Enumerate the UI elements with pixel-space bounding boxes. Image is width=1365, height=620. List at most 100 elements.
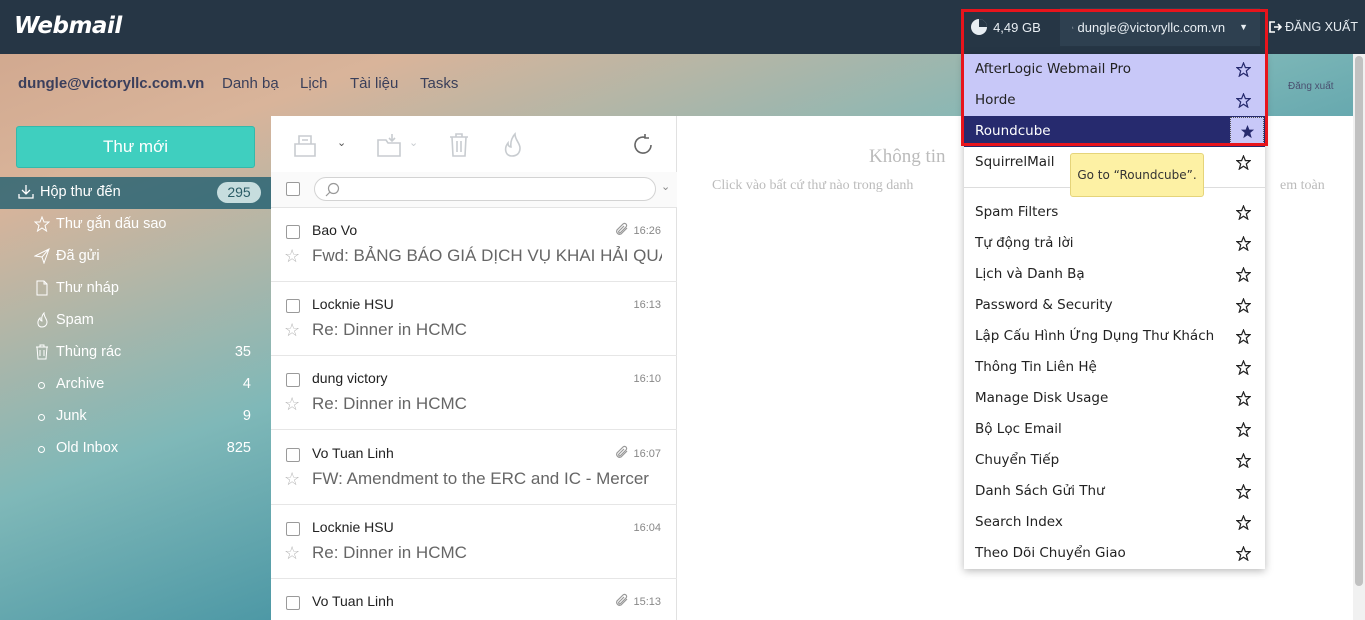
- menu-item-autoresponder[interactable]: Tự động trả lời: [964, 228, 1265, 259]
- message-checkbox[interactable]: [286, 522, 300, 536]
- star-icon[interactable]: ☆: [284, 246, 300, 267]
- star-icon[interactable]: ☆: [284, 320, 300, 341]
- menu-item-mail-client-config[interactable]: Lập Cấu Hình Ứng Dụng Thư Khách: [964, 321, 1265, 352]
- menu-item-search-index[interactable]: Search Index: [964, 507, 1265, 538]
- logout-icon: [1269, 21, 1283, 33]
- menu-item-spam-filters[interactable]: Spam Filters: [964, 197, 1265, 228]
- message-time: 15:13: [633, 596, 661, 608]
- star-outline-icon[interactable]: [1232, 356, 1255, 379]
- no-message-hint-tail: em toàn: [1280, 178, 1325, 193]
- menu-item-disk-usage[interactable]: Manage Disk Usage: [964, 383, 1265, 414]
- menu-item-password-security[interactable]: Password & Security: [964, 290, 1265, 321]
- caret-down-icon: ▼: [1239, 22, 1249, 32]
- message-row[interactable]: Locknie HSU 16:13 ☆ Re: Dinner in HCMC: [271, 282, 677, 356]
- account-name[interactable]: dungle@victoryllc.com.vn: [18, 75, 204, 92]
- star-outline-icon[interactable]: [1232, 511, 1255, 534]
- menu-item-label: Lịch và Danh Bạ: [975, 266, 1085, 282]
- logout-link[interactable]: Đăng xuất: [1288, 81, 1334, 92]
- page-scrollbar[interactable]: [1353, 54, 1365, 620]
- circle-icon: [38, 382, 45, 389]
- folder-drafts[interactable]: Thư nháp: [0, 273, 271, 305]
- message-time: 16:04: [633, 522, 661, 534]
- menu-item-roundcube[interactable]: Roundcube: [964, 116, 1265, 147]
- menu-item-delivery-tracking[interactable]: Theo Dõi Chuyển Giao: [964, 538, 1265, 569]
- menu-item-label: SquirrelMail: [975, 154, 1055, 170]
- menu-item-afterlogic[interactable]: AfterLogic Webmail Pro: [964, 54, 1265, 85]
- star-outline-icon[interactable]: [1232, 89, 1255, 112]
- logout-label: ĐĂNG XUẤT: [1285, 20, 1358, 34]
- folder-archive[interactable]: Archive 4: [0, 369, 271, 401]
- message-row[interactable]: dung victory 16:10 ☆ Re: Dinner in HCMC: [271, 356, 677, 430]
- message-checkbox[interactable]: [286, 596, 300, 610]
- star-outline-icon[interactable]: [1232, 387, 1255, 410]
- unread-badge: 295: [217, 182, 261, 203]
- trash-icon: [36, 344, 48, 360]
- chevron-down-icon[interactable]: ⌄: [409, 136, 418, 149]
- folder-junk[interactable]: Junk 9: [0, 401, 271, 433]
- attachment-icon: [616, 222, 628, 235]
- message-checkbox[interactable]: [286, 299, 300, 313]
- star-outline-icon[interactable]: [1232, 201, 1255, 224]
- folder-count: 825: [226, 440, 251, 456]
- star-outline-icon[interactable]: [1232, 542, 1255, 565]
- nav-tasks[interactable]: Tasks: [420, 75, 458, 92]
- star-filled-icon[interactable]: [1230, 117, 1264, 146]
- folder-name: Đã gửi: [56, 248, 100, 264]
- logout-button[interactable]: ĐĂNG XUẤT: [1260, 8, 1365, 46]
- message-time: 16:26: [633, 225, 661, 237]
- star-outline-icon[interactable]: [1232, 449, 1255, 472]
- move-to-folder-icon[interactable]: [375, 132, 403, 158]
- menu-item-mailing-lists[interactable]: Danh Sách Gửi Thư: [964, 476, 1265, 507]
- chevron-down-icon[interactable]: ⌄: [337, 136, 346, 149]
- disk-usage[interactable]: 4,49 GB: [958, 8, 1060, 46]
- user-menu-button[interactable]: dungle@victoryllc.com.vn ▼: [1060, 8, 1261, 46]
- message-checkbox[interactable]: [286, 225, 300, 239]
- folder-trash[interactable]: Thùng rác 35: [0, 337, 271, 369]
- delete-icon[interactable]: [447, 132, 471, 158]
- star-outline-icon[interactable]: [1232, 151, 1255, 174]
- nav-calendar[interactable]: Lịch: [300, 75, 328, 92]
- spam-icon[interactable]: [501, 132, 523, 158]
- menu-item-forwarding[interactable]: Chuyển Tiếp: [964, 445, 1265, 476]
- star-icon[interactable]: ☆: [284, 469, 300, 490]
- menu-item-horde[interactable]: Horde: [964, 85, 1265, 116]
- star-outline-icon[interactable]: [1232, 58, 1255, 81]
- draft-icon: [36, 280, 48, 296]
- menu-item-contact-info[interactable]: Thông Tin Liên Hệ: [964, 352, 1265, 383]
- webmail-logo[interactable]: Webmail: [14, 13, 122, 39]
- star-outline-icon[interactable]: [1232, 294, 1255, 317]
- star-icon[interactable]: ☆: [284, 394, 300, 415]
- select-all-checkbox[interactable]: [286, 182, 300, 196]
- star-outline-icon[interactable]: [1232, 263, 1255, 286]
- message-checkbox[interactable]: [286, 373, 300, 387]
- folder-inbox[interactable]: Hộp thư đến 295: [0, 177, 271, 209]
- menu-item-email-filters[interactable]: Bộ Lọc Email: [964, 414, 1265, 445]
- message-row[interactable]: Vo Tuan Linh 15:13: [271, 579, 677, 620]
- nav-files[interactable]: Tài liệu: [350, 75, 398, 92]
- menu-item-label: Thông Tin Liên Hệ: [975, 359, 1097, 375]
- refresh-icon[interactable]: [631, 133, 655, 157]
- star-outline-icon[interactable]: [1232, 480, 1255, 503]
- scrollbar-thumb[interactable]: [1355, 56, 1363, 586]
- star-icon[interactable]: ☆: [284, 543, 300, 564]
- menu-item-label: AfterLogic Webmail Pro: [975, 61, 1132, 77]
- reply-icon[interactable]: [291, 132, 319, 158]
- search-input[interactable]: [314, 177, 656, 201]
- message-row[interactable]: Vo Tuan Linh 16:07 ☆ FW: Amendment to th…: [271, 431, 677, 505]
- folder-starred[interactable]: Thư gắn dấu sao: [0, 209, 271, 241]
- folder-old-inbox[interactable]: Old Inbox 825: [0, 433, 271, 465]
- search-options-chevron-icon[interactable]: ⌄: [661, 180, 670, 193]
- star-outline-icon[interactable]: [1232, 232, 1255, 255]
- star-outline-icon[interactable]: [1232, 325, 1255, 348]
- compose-button[interactable]: Thư mới: [16, 126, 255, 168]
- message-row[interactable]: Locknie HSU 16:04 ☆ Re: Dinner in HCMC: [271, 505, 677, 579]
- folder-count: 9: [242, 408, 251, 424]
- folder-spam[interactable]: Spam: [0, 305, 271, 337]
- star-outline-icon[interactable]: [1232, 418, 1255, 441]
- message-checkbox[interactable]: [286, 448, 300, 462]
- folder-sent[interactable]: Đã gửi: [0, 241, 271, 273]
- message-from: Vo Tuan Linh: [312, 593, 394, 609]
- message-row[interactable]: Bao Vo 16:26 ☆ Fwd: BẢNG BÁO GIÁ DỊCH VỤ…: [271, 208, 677, 282]
- menu-item-calendar-contacts[interactable]: Lịch và Danh Bạ: [964, 259, 1265, 290]
- nav-contacts[interactable]: Danh bạ: [222, 75, 279, 92]
